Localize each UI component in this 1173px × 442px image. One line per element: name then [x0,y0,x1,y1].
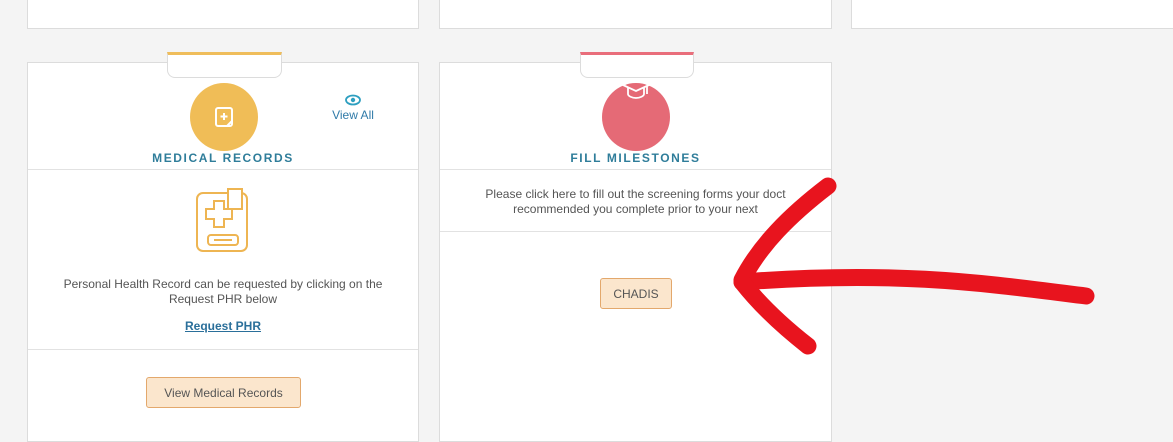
fill-milestones-card: FILL MILESTONES Please click here to fil… [439,52,832,442]
view-all-link[interactable]: View All [328,94,378,122]
chadis-button[interactable]: CHADIS [600,278,672,309]
milestones-description-line1: Please click here to fill out the screen… [485,187,786,201]
request-phr-link[interactable]: Request PHR [28,319,418,333]
medical-record-icon [196,188,248,252]
medical-records-description: Personal Health Record can be requested … [63,277,383,306]
top-card-right [851,0,1173,29]
document-plus-icon [215,107,233,127]
medical-records-circle [190,83,258,151]
milestones-circle [602,78,670,151]
divider [28,349,418,350]
divider [28,169,418,170]
view-all-label: View All [332,108,374,122]
divider [440,231,831,232]
view-medical-records-button[interactable]: View Medical Records [146,377,301,408]
top-card-middle [439,0,832,29]
graduation-cap-icon [621,78,651,99]
milestones-description-line2: recommended you complete prior to your n… [513,202,758,216]
divider [440,169,831,170]
milestones-tab [580,52,694,78]
top-card-left [27,0,419,29]
milestones-description: Please click here to fill out the screen… [440,187,831,217]
medical-records-card: View All MEDICAL RECORDS Personal Health… [27,52,419,442]
medical-records-title: MEDICAL RECORDS [152,151,294,165]
medical-records-tab [167,52,282,78]
milestones-title: FILL MILESTONES [570,151,701,165]
eye-icon [345,94,361,106]
